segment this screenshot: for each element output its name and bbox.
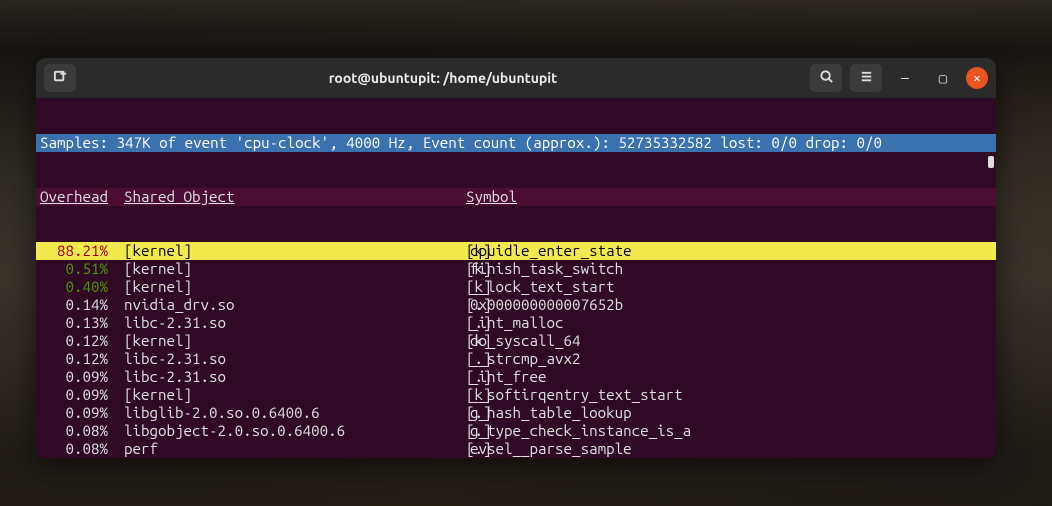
table-row[interactable]: 0.12%libc-2.31.so[.]__strcmp_avx2 [36, 350, 996, 368]
shared-object-value: [kernel] [116, 242, 426, 260]
symbol-value: __softirqentry_text_start [466, 386, 996, 404]
scroll-indicator[interactable] [988, 156, 994, 168]
search-icon [819, 69, 834, 87]
perf-rows: 88.21%[kernel][k]cpuidle_enter_state0.51… [36, 242, 996, 458]
shared-object-value: libglib-2.0.so.0.6400.6 [116, 404, 426, 422]
perf-status-line: Samples: 347K of event 'cpu-clock', 4000… [36, 134, 996, 152]
overhead-value: 0.09% [36, 368, 116, 386]
symbol-value: cpuidle_enter_state [466, 242, 996, 260]
symbol-tag: [k] [426, 278, 466, 296]
symbol-tag: [k] [426, 332, 466, 350]
overhead-value: 0.40% [36, 278, 116, 296]
shared-object-value: nvidia_drv.so [116, 296, 426, 314]
close-button[interactable]: ✕ [966, 67, 988, 89]
overhead-value: 0.08% [36, 422, 116, 440]
titlebar: root@ubuntupit: /home/ubuntupit — ▢ ✕ [36, 58, 996, 98]
new-tab-icon [53, 69, 68, 87]
overhead-value: 0.12% [36, 350, 116, 368]
terminal-window: root@ubuntupit: /home/ubuntupit — ▢ ✕ Sa… [36, 58, 996, 458]
header-shared-object: Shared Object [116, 188, 426, 206]
shared-object-value: [kernel] [116, 386, 426, 404]
table-row[interactable]: 88.21%[kernel][k]cpuidle_enter_state [36, 242, 996, 260]
symbol-tag: [.] [426, 350, 466, 368]
symbol-tag: [.] [426, 368, 466, 386]
symbol-tag: [.] [426, 440, 466, 458]
shared-object-value: [kernel] [116, 278, 426, 296]
overhead-value: 0.09% [36, 404, 116, 422]
symbol-value: g_hash_table_lookup [466, 404, 996, 422]
table-row[interactable]: 0.13%libc-2.31.so[.]_int_malloc [36, 314, 996, 332]
overhead-value: 0.13% [36, 314, 116, 332]
shared-object-value: [kernel] [116, 332, 426, 350]
overhead-value: 0.12% [36, 332, 116, 350]
hamburger-icon [859, 69, 874, 87]
symbol-value: __strcmp_avx2 [466, 350, 996, 368]
shared-object-value: libc-2.31.so [116, 368, 426, 386]
symbol-value: g_type_check_instance_is_a [466, 422, 996, 440]
header-symbol: Symbol [426, 188, 996, 206]
column-headers: OverheadShared ObjectSymbol [36, 188, 996, 206]
shared-object-value: [kernel] [116, 260, 426, 278]
shared-object-value: perf [116, 440, 426, 458]
window-title: root@ubuntupit: /home/ubuntupit [84, 70, 802, 86]
symbol-value: __lock_text_start [466, 278, 996, 296]
close-icon: ✕ [973, 71, 980, 85]
terminal-content[interactable]: Samples: 347K of event 'cpu-clock', 4000… [36, 98, 996, 458]
table-row[interactable]: 0.08%perf[.]evsel__parse_sample [36, 440, 996, 458]
header-overhead: Overhead [36, 188, 116, 206]
symbol-tag: [k] [426, 260, 466, 278]
new-tab-button[interactable] [44, 64, 76, 92]
symbol-tag: [.] [426, 422, 466, 440]
minimize-icon: — [901, 70, 909, 86]
table-row[interactable]: 0.14%nvidia_drv.so[.]0x000000000007652b [36, 296, 996, 314]
table-row[interactable]: 0.12%[kernel][k]do_syscall_64 [36, 332, 996, 350]
symbol-value: 0x000000000007652b [466, 296, 996, 314]
shared-object-value: libc-2.31.so [116, 350, 426, 368]
symbol-value: evsel__parse_sample [466, 440, 996, 458]
table-row[interactable]: 0.08%libgobject-2.0.so.0.6400.6[.]g_type… [36, 422, 996, 440]
overhead-value: 0.09% [36, 386, 116, 404]
overhead-value: 88.21% [36, 242, 116, 260]
symbol-tag: [.] [426, 404, 466, 422]
overhead-value: 0.08% [36, 440, 116, 458]
symbol-tag: [k] [426, 242, 466, 260]
table-row[interactable]: 0.09%[kernel][k]__softirqentry_text_star… [36, 386, 996, 404]
shared-object-value: libc-2.31.so [116, 314, 426, 332]
symbol-value: finish_task_switch [466, 260, 996, 278]
overhead-value: 0.14% [36, 296, 116, 314]
overhead-value: 0.51% [36, 260, 116, 278]
table-row[interactable]: 0.51%[kernel][k]finish_task_switch [36, 260, 996, 278]
table-row[interactable]: 0.09%libc-2.31.so[.]_int_free [36, 368, 996, 386]
symbol-tag: [k] [426, 386, 466, 404]
symbol-value: do_syscall_64 [466, 332, 996, 350]
symbol-value: _int_malloc [466, 314, 996, 332]
table-row[interactable]: 0.09%libglib-2.0.so.0.6400.6[.]g_hash_ta… [36, 404, 996, 422]
shared-object-value: libgobject-2.0.so.0.6400.6 [116, 422, 426, 440]
maximize-button[interactable]: ▢ [928, 64, 958, 92]
symbol-value: _int_free [466, 368, 996, 386]
symbol-tag: [.] [426, 314, 466, 332]
symbol-tag: [.] [426, 296, 466, 314]
titlebar-right: — ▢ ✕ [810, 64, 988, 92]
menu-button[interactable] [850, 64, 882, 92]
maximize-icon: ▢ [939, 70, 947, 87]
minimize-button[interactable]: — [890, 64, 920, 92]
table-row[interactable]: 0.40%[kernel][k]__lock_text_start [36, 278, 996, 296]
search-button[interactable] [810, 64, 842, 92]
